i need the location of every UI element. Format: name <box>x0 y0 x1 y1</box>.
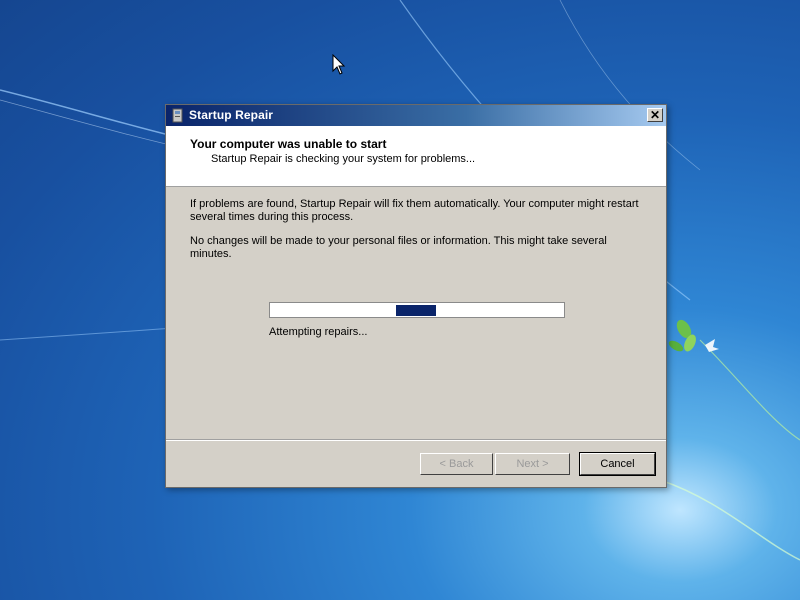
startup-repair-dialog: Startup Repair ✕ Your computer was unabl… <box>165 104 667 488</box>
next-button[interactable]: Next > <box>495 453 570 475</box>
header-panel: Your computer was unable to start Startu… <box>166 126 666 187</box>
cancel-button[interactable]: Cancel <box>579 452 656 476</box>
info-paragraph-2: No changes will be made to your personal… <box>190 235 607 260</box>
progress-bar <box>269 302 565 318</box>
startup-repair-icon <box>172 108 183 123</box>
title-bar[interactable]: Startup Repair ✕ <box>166 105 666 126</box>
leaf-logo-icon <box>668 319 719 352</box>
progress-status-label: Attempting repairs... <box>269 326 368 338</box>
page-subtitle: Startup Repair is checking your system f… <box>211 153 476 165</box>
back-button[interactable]: < Back <box>420 453 493 475</box>
footer-divider <box>166 439 666 441</box>
window-title: Startup Repair <box>189 108 274 122</box>
progress-marquee-chunk <box>396 305 436 316</box>
close-button[interactable]: ✕ <box>647 108 663 122</box>
page-title: Your computer was unable to start <box>190 137 387 151</box>
close-icon: ✕ <box>649 108 661 122</box>
mouse-pointer-icon <box>332 54 346 75</box>
info-paragraph-1: If problems are found, Startup Repair wi… <box>190 198 639 223</box>
